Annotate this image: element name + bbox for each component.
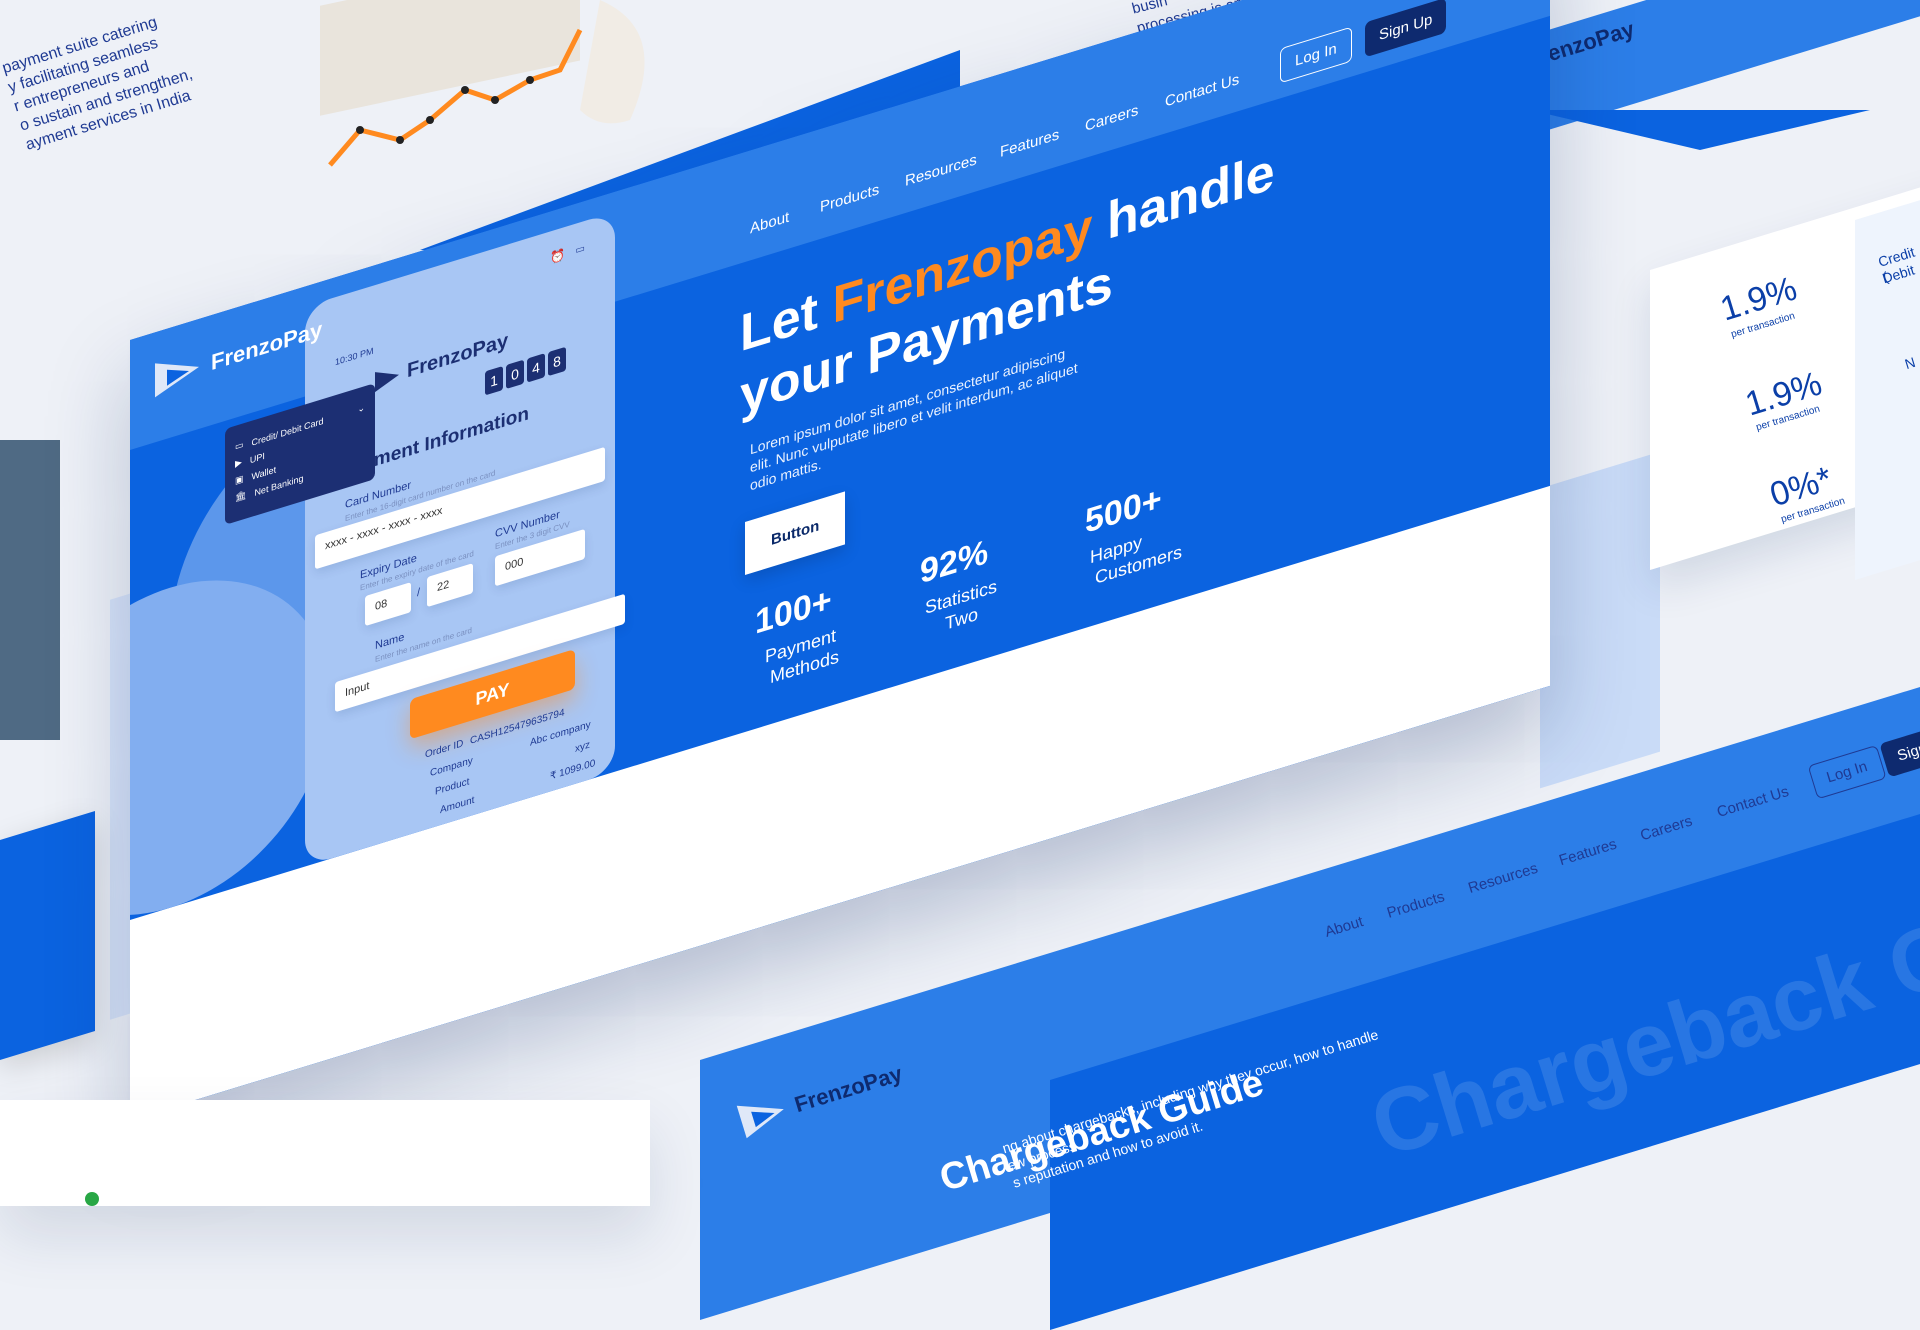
left-blue-card (0, 810, 95, 1060)
phone-time: 10:30 PM (335, 345, 374, 368)
chevron-down-icon: ⌄ (357, 402, 365, 415)
order-id-label: Order ID (425, 738, 464, 761)
wallet-icon: ▣ (235, 473, 244, 486)
timer-digit: 4 (527, 353, 545, 383)
timer-digit: 1 (485, 365, 503, 396)
dropdown-item-label: UPI (249, 450, 265, 465)
company-label: Company (430, 755, 473, 780)
timer-digit: 0 (506, 359, 524, 390)
top-chart-illustration (320, 0, 645, 167)
battery-icon: ▭ (575, 242, 585, 257)
amount-label: Amount (440, 794, 475, 817)
product-label: Product (435, 776, 470, 798)
payment-phone-mockup: 10:30 PM ⏰ ▭ FrenzoPay 1048 Payment Info… (305, 211, 625, 867)
amount-value: ₹ 1099.00 (550, 757, 596, 783)
bank-icon: 🏛 (235, 489, 247, 503)
top-right-wedge (1530, 110, 1870, 150)
bottom-left-card (0, 1100, 650, 1206)
brand-logo-icon (375, 364, 399, 392)
stat-value: 500+ (1085, 479, 1162, 542)
hero-cta-button[interactable]: Button (745, 491, 846, 575)
bg-wedge-right (1540, 451, 1660, 789)
expiry-separator: / (417, 586, 421, 600)
product-value: xyz (575, 739, 590, 755)
alarm-icon: ⏰ (550, 247, 565, 266)
green-dot-icon (85, 1192, 99, 1206)
timer-digit: 8 (548, 346, 566, 377)
dropdown-item-label: Wallet (251, 463, 277, 482)
upi-icon: ▶ (235, 456, 242, 469)
card-icon: ▭ (235, 439, 244, 452)
left-photo-card (0, 440, 60, 740)
